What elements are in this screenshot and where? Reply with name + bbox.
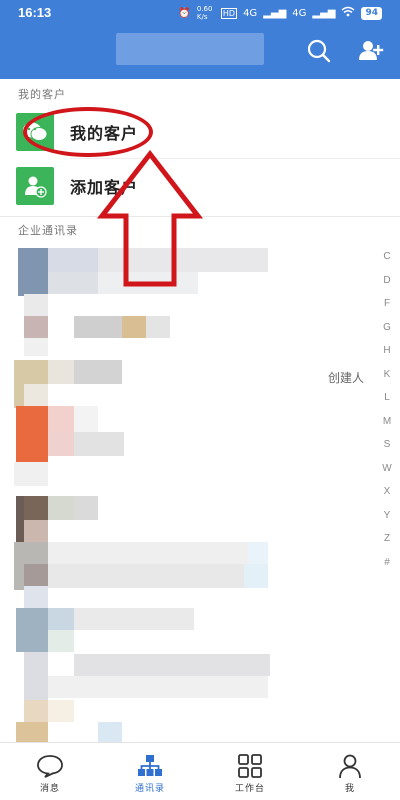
contacts-icon: [138, 755, 162, 776]
redacted-block: [24, 520, 48, 542]
alpha-index-item[interactable]: K: [380, 363, 394, 387]
redacted-block: [24, 586, 48, 608]
redacted-block: [248, 542, 268, 564]
redacted-block: [74, 360, 122, 384]
hd-icon: HD: [220, 7, 238, 19]
alphabet-index[interactable]: C D F G H K L M S W X Y Z #: [380, 245, 394, 574]
nav-me[interactable]: 我: [300, 743, 400, 800]
top-bar: 16:13 ⏰ 0.60 K/s HD 4G ▂▄▆ 4G ▂▄▆ 94: [0, 0, 400, 79]
contact-avatar[interactable]: [16, 608, 48, 652]
creator-tag: 创建人: [328, 371, 365, 385]
contact-list-redacted: [0, 240, 370, 742]
redacted-block: [48, 406, 74, 432]
alpha-index-item[interactable]: Z: [380, 527, 394, 551]
contact-avatar[interactable]: [16, 406, 48, 462]
redacted-block: [16, 722, 48, 742]
nav-messages[interactable]: 消息: [0, 743, 100, 800]
redacted-block: [48, 700, 74, 722]
alpha-index-item[interactable]: X: [380, 480, 394, 504]
redacted-block: [48, 542, 248, 564]
contact-avatar[interactable]: [24, 700, 48, 722]
screen: 16:13 ⏰ 0.60 K/s HD 4G ▂▄▆ 4G ▂▄▆ 94 我的客: [0, 0, 400, 800]
alarm-icon: ⏰: [178, 7, 191, 19]
net-speed: 0.60 K/s: [196, 5, 213, 21]
alpha-index-item[interactable]: S: [380, 433, 394, 457]
me-icon: [339, 754, 361, 779]
alpha-index-item[interactable]: D: [380, 269, 394, 293]
redacted-block: [74, 406, 98, 432]
add-user-icon: [359, 41, 384, 60]
wifi-icon: [341, 6, 355, 20]
redacted-block: [48, 360, 74, 384]
alpha-index-item[interactable]: Y: [380, 504, 394, 528]
redacted-block: [48, 630, 74, 652]
nav-label: 通讯录: [134, 784, 165, 794]
contact-avatar[interactable]: [24, 652, 48, 700]
redacted-block: [48, 564, 244, 588]
nav-label: 消息: [39, 784, 60, 794]
redacted-block: [14, 462, 48, 486]
redacted-block: [74, 432, 124, 456]
alpha-index-item[interactable]: M: [380, 410, 394, 434]
add-user-button[interactable]: [358, 38, 384, 64]
redacted-block: [74, 608, 194, 630]
redacted-block: [24, 294, 48, 316]
status-icons: ⏰ 0.60 K/s HD 4G ▂▄▆ 4G ▂▄▆ 94: [178, 5, 382, 21]
annotation-up-arrow: [96, 150, 204, 287]
redacted-block: [122, 316, 146, 338]
redacted-block: [48, 496, 74, 520]
redacted-block: [74, 654, 270, 676]
search-icon: [307, 39, 331, 63]
section-label-my-customers: 我的客户: [18, 88, 66, 101]
redacted-block: [48, 676, 268, 698]
redacted-block: [24, 564, 48, 588]
alpha-index-item[interactable]: #: [380, 551, 394, 575]
message-icon: [37, 755, 63, 778]
header-title-redacted: [116, 33, 264, 65]
redacted-block: [48, 432, 74, 456]
signal-icon-2: ▂▄▆: [312, 7, 336, 19]
contact-avatar[interactable]: [18, 248, 48, 296]
redacted-block: [74, 496, 98, 520]
redacted-block: [24, 496, 48, 520]
workbench-icon: [238, 754, 262, 778]
nav-label: 我: [344, 784, 355, 794]
network-label-2: 4G: [292, 7, 307, 19]
alpha-index-item[interactable]: L: [380, 386, 394, 410]
alpha-index-item[interactable]: H: [380, 339, 394, 363]
alpha-index-item[interactable]: C: [380, 245, 394, 269]
nav-workbench[interactable]: 工作台: [200, 743, 300, 800]
network-label-1: 4G: [243, 7, 258, 19]
alpha-index-item[interactable]: F: [380, 292, 394, 316]
status-bar: 16:13 ⏰ 0.60 K/s HD 4G ▂▄▆ 4G ▂▄▆ 94: [0, 0, 400, 28]
contact-avatar[interactable]: [24, 316, 48, 338]
bottom-nav: 消息 通讯录 工作台 我: [0, 742, 400, 800]
nav-label: 工作台: [234, 784, 265, 794]
redacted-block: [244, 564, 268, 588]
redacted-block: [146, 316, 170, 338]
section-label-enterprise-directory: 企业通讯录: [18, 224, 78, 237]
redacted-block: [24, 338, 48, 356]
redacted-block: [24, 384, 48, 406]
alpha-index-item[interactable]: G: [380, 316, 394, 340]
search-button[interactable]: [306, 38, 332, 64]
add-customer-icon: [16, 167, 54, 205]
nav-contacts[interactable]: 通讯录: [100, 743, 200, 800]
redacted-block: [48, 608, 74, 630]
redacted-block: [98, 722, 122, 742]
alpha-index-item[interactable]: W: [380, 457, 394, 481]
redacted-block: [74, 316, 122, 338]
signal-icon: ▂▄▆: [263, 7, 287, 19]
battery-indicator: 94: [361, 6, 382, 20]
status-time: 16:13: [18, 5, 52, 20]
